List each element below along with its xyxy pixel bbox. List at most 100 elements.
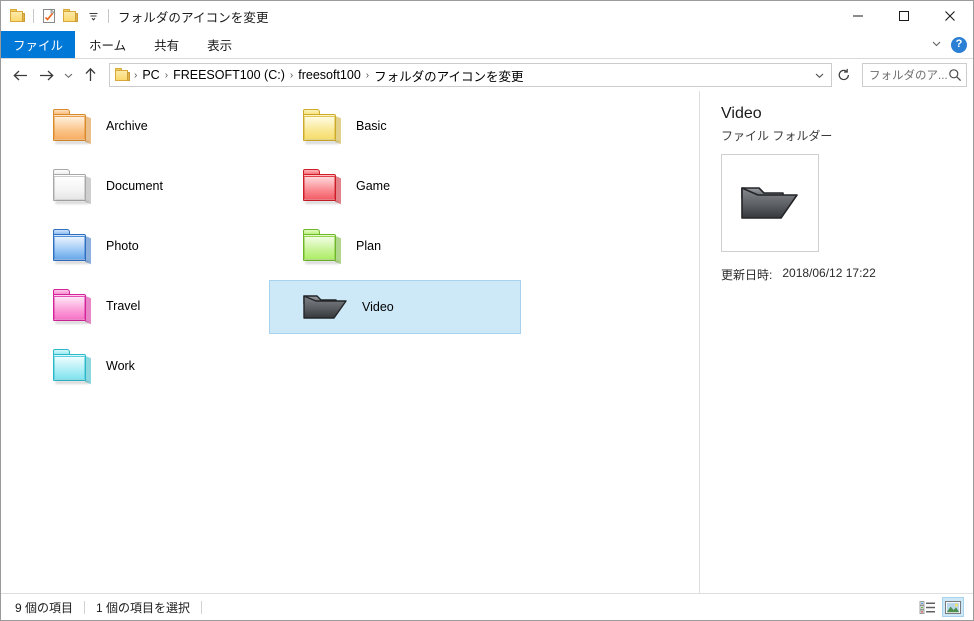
file-item-work[interactable]: Work: [19, 340, 269, 392]
tab-share[interactable]: 共有: [140, 31, 193, 58]
arrow-right-icon: [39, 70, 54, 80]
view-buttons: [917, 597, 964, 617]
breadcrumb-item-current[interactable]: フォルダのアイコンを変更: [370, 66, 527, 85]
details-type: ファイル フォルダー: [721, 129, 833, 143]
file-list-pane[interactable]: Archive Document Photo Travel Work Basic…: [1, 91, 700, 593]
folder-pink-icon: [52, 288, 94, 325]
folder-white-icon: [52, 168, 94, 205]
folder-blue-icon: [52, 228, 94, 265]
qat-separator-2: [108, 9, 109, 23]
window-title: フォルダのアイコンを変更: [118, 10, 269, 25]
minimize-icon: [853, 15, 863, 17]
breadcrumb-item-freesoft100[interactable]: freesoft100: [294, 68, 365, 82]
file-grid: Archive Document Photo Travel Work Basic…: [1, 100, 699, 593]
folder-dark-open-icon: [302, 289, 350, 325]
status-separator-1: [84, 600, 86, 614]
arrow-left-icon: [12, 70, 27, 80]
breadcrumb-item-pc[interactable]: PC: [138, 68, 163, 82]
search-box[interactable]: フォルダのア...: [862, 63, 967, 87]
details-pane: Video ファイル フォルダー 更新日時: 2018/06/12 17:22: [700, 91, 973, 593]
file-item-label: Document: [106, 179, 163, 193]
file-item-label: Game: [356, 179, 391, 193]
qat-customize-button[interactable]: [82, 5, 104, 27]
maximize-button[interactable]: [881, 1, 927, 31]
breadcrumb-item-drive[interactable]: FREESOFT100 (C:): [169, 68, 289, 82]
minimize-button[interactable]: [835, 1, 881, 31]
close-button[interactable]: [927, 1, 973, 31]
window-controls: [835, 1, 973, 31]
folder-red-icon: [302, 168, 344, 205]
address-dropdown-button[interactable]: [809, 64, 829, 86]
search-icon: [948, 68, 962, 82]
file-item-label: Work: [106, 359, 135, 373]
large-icons-view-icon: [945, 600, 961, 614]
item-count: 9 個の項目: [15, 600, 74, 615]
file-item-travel[interactable]: Travel: [19, 280, 269, 332]
folder-dark-open-icon: [741, 187, 798, 219]
tab-view[interactable]: 表示: [193, 31, 246, 58]
details-modified-label: 更新日時:: [721, 268, 773, 282]
help-button[interactable]: ?: [951, 36, 967, 53]
ribbon-tab-bar: ファイル ホーム 共有 表示 ?: [1, 31, 973, 59]
details-modified-row: 更新日時: 2018/06/12 17:22: [721, 266, 973, 283]
properties-icon: [43, 8, 56, 23]
up-button[interactable]: [77, 62, 103, 88]
refresh-button[interactable]: [832, 63, 856, 87]
content-area: Archive Document Photo Travel Work Basic…: [1, 91, 973, 593]
folder-cyan-icon: [52, 348, 94, 385]
file-item-label: Archive: [106, 119, 148, 133]
close-icon: [945, 11, 955, 21]
ribbon-right-controls: ?: [930, 31, 967, 58]
details-view-button[interactable]: [917, 598, 937, 616]
details-view-icon: [919, 600, 935, 614]
expand-ribbon-button[interactable]: [930, 37, 943, 53]
file-item-video[interactable]: Video: [269, 280, 521, 334]
recent-locations-button[interactable]: [59, 62, 77, 88]
title-bar: フォルダのアイコンを変更: [1, 1, 973, 31]
folder-icon: [10, 9, 26, 23]
chevron-down-icon: [89, 12, 97, 21]
folder-orange-icon: [52, 108, 94, 145]
status-bar: 9 個の項目 1 個の項目を選択: [1, 593, 973, 620]
details-modified-value: 2018/06/12 17:22: [782, 266, 876, 280]
qat-properties-button[interactable]: [38, 5, 60, 27]
folder-yellow-icon: [302, 108, 344, 145]
file-item-archive[interactable]: Archive: [19, 100, 269, 152]
file-item-document[interactable]: Document: [19, 160, 269, 212]
tab-home[interactable]: ホーム: [75, 31, 140, 58]
forward-button[interactable]: [33, 62, 59, 88]
qat-separator-1: [33, 9, 34, 23]
file-item-plan[interactable]: Plan: [269, 220, 519, 272]
quick-access-toolbar: フォルダのアイコンを変更: [1, 1, 269, 31]
file-item-label: Travel: [106, 299, 141, 313]
chevron-down-icon: [932, 41, 941, 46]
tab-file[interactable]: ファイル: [1, 31, 76, 58]
back-button[interactable]: [7, 62, 33, 88]
qat-folder-icon[interactable]: [7, 5, 29, 27]
file-item-game[interactable]: Game: [269, 160, 519, 212]
file-item-basic[interactable]: Basic: [269, 100, 519, 152]
folder-green-icon: [302, 228, 344, 265]
address-bar: › PC › FREESOFT100 (C:) › freesoft100 › …: [1, 59, 973, 91]
details-thumbnail: [721, 154, 819, 252]
explorer-window: フォルダのアイコンを変更 ファイル ホーム 共有 表示 ? › PC › FRE…: [0, 0, 974, 621]
folder-icon: [115, 68, 131, 82]
file-item-label: Basic: [356, 119, 387, 133]
arrow-up-icon: [85, 67, 95, 81]
chevron-down-icon: [815, 73, 823, 78]
large-icons-view-button[interactable]: [942, 597, 964, 617]
breadcrumb-right-controls: [809, 64, 829, 86]
maximize-icon: [899, 11, 909, 21]
search-input[interactable]: フォルダのア...: [869, 67, 948, 83]
selection-count: 1 個の項目を選択: [96, 600, 191, 615]
chevron-down-icon: [64, 73, 72, 78]
new-folder-icon: [63, 9, 79, 23]
refresh-icon: [838, 68, 849, 81]
status-separator-2: [201, 600, 203, 614]
file-item-label: Plan: [356, 239, 382, 253]
file-item-photo[interactable]: Photo: [19, 220, 269, 272]
qat-new-folder-button[interactable]: [60, 5, 82, 27]
breadcrumb[interactable]: › PC › FREESOFT100 (C:) › freesoft100 › …: [109, 63, 832, 87]
file-item-label: Photo: [106, 239, 139, 253]
details-title: Video: [721, 105, 762, 122]
